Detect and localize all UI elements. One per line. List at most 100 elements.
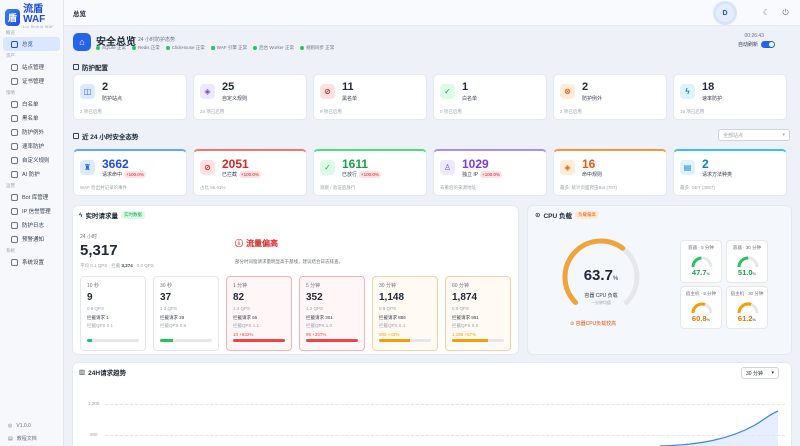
gauge-value: 47.7%: [681, 268, 721, 277]
chevron-down-icon: ▾: [771, 370, 774, 376]
service-status: SQLite 正常: [96, 45, 126, 51]
check-list-icon: [11, 100, 18, 108]
trend-area-line: [660, 410, 779, 446]
posture-card-label: 独立 IP +100.0%: [462, 171, 503, 178]
window-qps: 0.5 QPS: [452, 306, 470, 311]
sidebar-item-label: 预警通知: [22, 237, 45, 243]
info-icon: ◎: [8, 423, 13, 429]
sidebar-item[interactable]: 证书管理: [3, 74, 60, 88]
window-value: 9: [87, 292, 93, 303]
window-card[interactable]: 5 分钟 352 1.2 QPS 拦截请求 301 拦截QPS 1.0 96 +267%: [299, 276, 365, 351]
sidebar-item[interactable]: Bot 库管理: [3, 190, 60, 204]
realtime-total: 5,317: [80, 242, 118, 259]
app-subtitle: Liu Shield WAF: [23, 25, 55, 29]
posture-card[interactable]: ▤ 2 请求方法种类 最多: GET (3557): [673, 149, 787, 196]
config-card-value: 11: [342, 81, 354, 93]
sidebar-item[interactable]: 防护例外: [3, 125, 60, 139]
sidebar-item[interactable]: 总览: [3, 37, 60, 51]
sidebar-item-label: 总览: [22, 42, 34, 48]
user-avatar[interactable]: D: [716, 4, 734, 22]
bolt-icon: ϟ: [79, 211, 83, 219]
exception-icon: ⊗: [560, 84, 575, 99]
window-value: 82: [233, 292, 245, 303]
config-card[interactable]: ◈ 25 自定义规则 24 项已启用: [193, 74, 307, 120]
nav-section-title: 系统: [6, 248, 15, 253]
posture-card[interactable]: ♜ 3662 请求命中 +100.0% WAF 检出并记录的事件: [73, 149, 187, 196]
sidebar-item[interactable]: 预警通知: [3, 232, 60, 246]
window-blocked: 拦截请求 28: [160, 315, 185, 320]
config-card[interactable]: ϟ 18 速率防护 16 项已启用: [673, 74, 787, 120]
cpu-warning-badge: 负载偏高: [574, 211, 599, 219]
config-card-sub: 2 项已启用: [560, 109, 582, 114]
gauge-unit: %: [752, 271, 757, 276]
service-status: 规则同步 正常: [300, 45, 334, 51]
auto-refresh-toggle[interactable]: [761, 41, 776, 48]
sidebar-item[interactable]: 系统设置: [3, 255, 60, 269]
app-logo[interactable]: 盾 流盾 WAF Liu Shield WAF: [0, 0, 63, 29]
sidebar-item[interactable]: IP 信誉管理: [3, 204, 60, 218]
config-card-label: 防护例外: [582, 96, 603, 102]
window-progress-bar: [306, 339, 358, 342]
window-card[interactable]: 10 秒 9 0.9 QPS 拦截请求 1 拦截QPS 0.1: [80, 276, 146, 351]
posture-card-label-text: 命中规则: [582, 172, 603, 178]
config-icon: [73, 64, 79, 70]
logout-icon[interactable]: ⏻: [781, 8, 790, 17]
window-card[interactable]: 1 分钟 82 1.4 QPS 拦截请求 65 拦截QPS 1.1 10 +632%: [226, 276, 292, 351]
gauge-unit: %: [752, 317, 757, 322]
sidebar-item[interactable]: 站点管理: [3, 60, 60, 74]
window-card[interactable]: 30 分钟 1,148 0.6 QPS 拦截请求 886 拦截QPS 0.4 600 +4…: [372, 276, 438, 351]
config-card[interactable]: ⊗ 2 防护例外 2 项已启用: [553, 74, 667, 120]
traffic-alert-title: ⓘ 流量偏高: [235, 239, 278, 248]
posture-card[interactable]: ✓ 1611 已放行 +100.0% 观察 / 验证后放行: [313, 149, 427, 196]
window-card[interactable]: 30 秒 37 1.2 QPS 拦截请求 28 拦截QPS 0.9: [153, 276, 219, 351]
traffic-alert-text: 部分时间窗请求量明显高于基线，建议结合日志排查。: [235, 259, 343, 264]
window-progress-bar: [233, 339, 285, 342]
posture-card-label-text: 请求命中: [102, 172, 123, 178]
site-filter-select[interactable]: 全部站点 ▾: [718, 129, 790, 141]
window-progress-fill: [452, 339, 489, 342]
sidebar-item[interactable]: 速率防护: [3, 139, 60, 153]
window-card[interactable]: 60 分钟 1,874 0.5 QPS 拦截请求 951 拦截QPS 0.3 1,195 …: [445, 276, 511, 351]
auto-refresh[interactable]: 自动刷新: [738, 41, 776, 48]
sidebar-item-label: 证书管理: [22, 79, 45, 85]
window-value: 1,874: [452, 292, 478, 303]
gauge-value: 51.0%: [727, 268, 767, 277]
window-blocked-qps: 拦截QPS 0.3: [452, 323, 479, 328]
posture-card-sub: WAF 检出并记录的事件: [80, 185, 128, 190]
posture-card[interactable]: ♙ 1029 独立 IP +100.0% 去重后的来源地址: [433, 149, 547, 196]
service-status: ClickHouse 正常: [165, 45, 205, 51]
trend-range-select[interactable]: 30 分钟 ▾: [741, 367, 779, 379]
sidebar-item-label: 站点管理: [22, 65, 45, 71]
cpu-sub-gauge: 容器 · 30 分钟 51.0%: [726, 240, 768, 283]
config-card-value: 2: [102, 81, 109, 93]
docs-link[interactable]: ▤ 教程文档: [8, 435, 37, 443]
window-delta: 96 +267%: [306, 332, 327, 337]
sidebar-item[interactable]: 黑名单: [3, 111, 60, 125]
theme-toggle-icon[interactable]: ☾: [762, 8, 771, 17]
auto-refresh-label: 自动刷新: [738, 42, 759, 48]
sidebar-item[interactable]: 自定义规则: [3, 153, 60, 167]
posture-card[interactable]: ◈ 16 命中规则 最多: 统计页面爬虫Bot (707): [553, 149, 667, 196]
config-card-label: 速率防护: [702, 96, 723, 102]
sidebar-item[interactable]: 白名单: [3, 97, 60, 111]
window-blocked-qps: 拦截QPS 0.4: [379, 323, 406, 328]
window-blocked-qps: 拦截QPS 1.1: [233, 323, 260, 328]
config-card[interactable]: ⊘ 11 黑名单 9 项已启用: [313, 74, 427, 120]
config-card-label: 防护站点: [102, 96, 123, 102]
ai-icon: [11, 170, 18, 178]
nav-section-title: 运营: [6, 183, 15, 188]
exception-icon: [11, 128, 18, 136]
service-status-text: Redis 正常: [138, 45, 160, 50]
live-badge: 实时数据: [120, 211, 145, 219]
window-label: 10 秒: [87, 283, 99, 289]
topbar: 总览: [64, 0, 800, 26]
posture-card[interactable]: ⊘ 2051 已拦截 +100.0% 占比 56.01%: [193, 149, 307, 196]
config-card[interactable]: ✓ 1 白名单 0 项已启用: [433, 74, 547, 120]
block-icon: [11, 114, 18, 122]
sidebar-item[interactable]: 防护日志: [3, 218, 60, 232]
config-card[interactable]: ◫ 2 防护站点 2 项已启用: [73, 74, 187, 120]
window-label: 30 分钟: [379, 283, 396, 289]
cpu-value: 63.7%: [583, 267, 619, 284]
service-status-list: SQLite 正常 Redis 正常 ClickHouse 正常 WAF 引擎 正常 后…: [96, 45, 334, 51]
sidebar-item[interactable]: AI 防护: [3, 167, 60, 181]
